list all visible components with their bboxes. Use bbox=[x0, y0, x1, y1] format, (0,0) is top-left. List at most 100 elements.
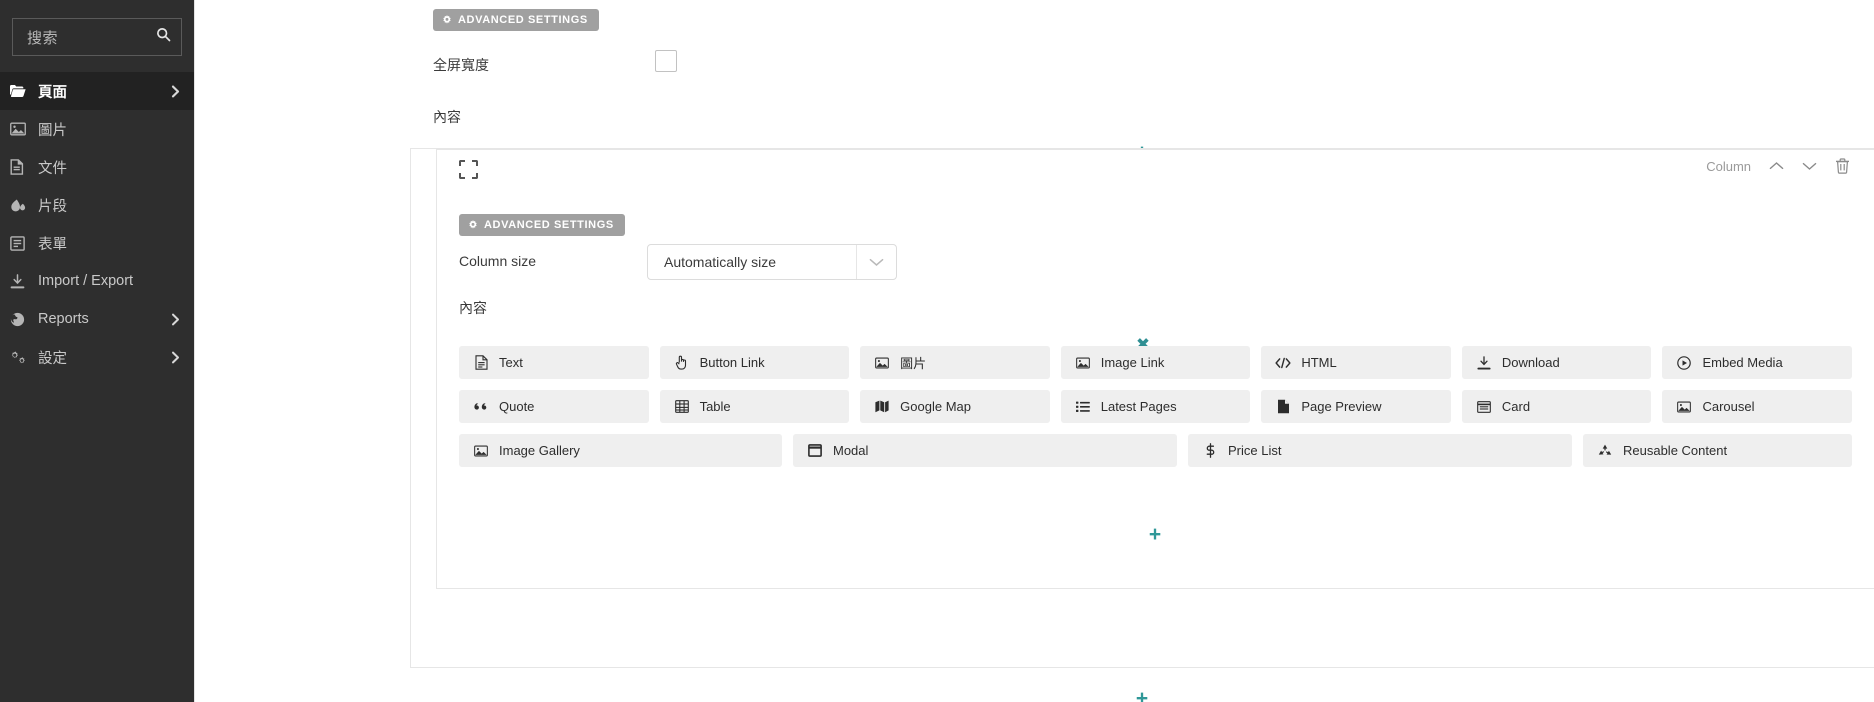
download-icon bbox=[1476, 355, 1492, 370]
image-icon bbox=[10, 122, 32, 136]
play-circle-icon bbox=[1676, 355, 1692, 370]
code-icon bbox=[1275, 357, 1291, 369]
sidebar-item-label: 頁面 bbox=[38, 84, 67, 101]
content-type-table[interactable]: Table bbox=[659, 390, 850, 423]
globe-icon bbox=[10, 312, 32, 327]
image-icon bbox=[1676, 401, 1692, 413]
content-type-button-link[interactable]: Button Link bbox=[659, 346, 850, 379]
column-size-select[interactable]: Automatically size bbox=[647, 244, 897, 280]
sidebar-item-label: Import / Export bbox=[38, 273, 134, 289]
content-type-row-1: Text Button Link 圖片 Image Link HTML Down… bbox=[459, 346, 1853, 379]
sidebar-item-label: 片段 bbox=[38, 198, 67, 215]
content-type-modal[interactable]: Modal bbox=[793, 434, 1177, 467]
fullwidth-checkbox[interactable] bbox=[655, 50, 677, 72]
content-type-image-gallery[interactable]: Image Gallery bbox=[459, 434, 782, 467]
app-root: 搜索 頁面 圖片 文件 片段 表單 Import / Export Report… bbox=[0, 0, 1874, 702]
chevron-up-icon[interactable] bbox=[1769, 161, 1784, 171]
content-type-quote[interactable]: Quote bbox=[459, 390, 649, 423]
drag-handle[interactable] bbox=[459, 160, 478, 179]
content-type-price-list[interactable]: Price List bbox=[1188, 434, 1572, 467]
content-type-label: Button Link bbox=[699, 355, 765, 370]
pointer-hand-icon bbox=[674, 355, 690, 370]
page-advanced-settings-button[interactable]: ADVANCED SETTINGS bbox=[433, 9, 599, 31]
sidebar-item-pages[interactable]: 頁面 bbox=[0, 72, 194, 110]
sidebar-item-snippets[interactable]: 片段 bbox=[0, 186, 194, 224]
sidebar-item-import-export[interactable]: Import / Export bbox=[0, 262, 194, 300]
list-icon bbox=[1075, 401, 1091, 413]
sidebar-item-forms[interactable]: 表單 bbox=[0, 224, 194, 262]
chevron-down-icon[interactable] bbox=[856, 245, 896, 279]
column-type-label: Column bbox=[1706, 158, 1751, 174]
add-block-button-bottom[interactable]: + bbox=[410, 688, 1874, 702]
trash-icon[interactable] bbox=[1835, 158, 1850, 174]
sidebar-item-documents[interactable]: 文件 bbox=[0, 148, 194, 186]
content-type-carousel[interactable]: Carousel bbox=[1662, 390, 1853, 423]
column-content-label: 內容 bbox=[459, 300, 487, 316]
content-type-label: Price List bbox=[1228, 443, 1282, 458]
cogs-icon bbox=[10, 350, 32, 365]
card-icon bbox=[1476, 400, 1492, 413]
chevron-right-icon bbox=[171, 351, 180, 364]
sidebar-item-settings[interactable]: 設定 bbox=[0, 338, 194, 376]
content-type-card[interactable]: Card bbox=[1461, 390, 1652, 423]
window-icon bbox=[807, 444, 823, 457]
chevron-right-icon bbox=[171, 313, 180, 326]
search-icon[interactable] bbox=[156, 27, 171, 47]
quote-icon bbox=[473, 401, 489, 413]
download-icon bbox=[10, 273, 32, 289]
page-advanced-settings-label: ADVANCED SETTINGS bbox=[458, 14, 588, 26]
column-advanced-settings-label: ADVANCED SETTINGS bbox=[484, 219, 614, 231]
main-content: ADVANCED SETTINGS 全屏寬度 內容 + Column bbox=[194, 0, 1874, 702]
droplet-icon bbox=[10, 198, 32, 213]
document-icon bbox=[473, 355, 489, 370]
sidebar-item-reports[interactable]: Reports bbox=[0, 300, 194, 338]
sidebar-item-label: 圖片 bbox=[38, 122, 67, 139]
chevron-right-icon bbox=[171, 85, 180, 98]
content-type-label: Download bbox=[1501, 355, 1560, 370]
page-icon bbox=[1275, 399, 1291, 414]
content-type-google-map[interactable]: Google Map bbox=[860, 390, 1050, 423]
content-type-label: Carousel bbox=[1702, 399, 1755, 414]
page-content-label: 內容 bbox=[433, 109, 461, 125]
table-icon bbox=[674, 400, 690, 413]
content-type-row-2: Quote Table Google Map Latest Pages Page… bbox=[459, 390, 1853, 423]
content-type-latest-pages[interactable]: Latest Pages bbox=[1060, 390, 1251, 423]
sidebar-item-label: 設定 bbox=[38, 350, 67, 367]
content-type-page-preview[interactable]: Page Preview bbox=[1261, 390, 1451, 423]
content-type-label: Embed Media bbox=[1702, 355, 1783, 370]
content-type-download[interactable]: Download bbox=[1461, 346, 1652, 379]
column-advanced-settings-button[interactable]: ADVANCED SETTINGS bbox=[459, 214, 625, 236]
content-type-image[interactable]: 圖片 bbox=[860, 346, 1050, 379]
search-input[interactable]: 搜索 bbox=[12, 18, 182, 56]
map-icon bbox=[874, 400, 890, 413]
form-icon bbox=[10, 235, 32, 251]
sidebar: 搜索 頁面 圖片 文件 片段 表單 Import / Export Report… bbox=[0, 0, 194, 702]
row-block: Column ADVANCED SETTINGS Column size Aut… bbox=[410, 148, 1874, 668]
add-column-button[interactable]: + bbox=[436, 524, 1874, 545]
image-icon bbox=[473, 445, 489, 457]
sidebar-item-label: 表單 bbox=[38, 236, 67, 253]
content-type-image-link[interactable]: Image Link bbox=[1060, 346, 1251, 379]
content-type-label: Google Map bbox=[900, 399, 971, 414]
column-toolbar: Column bbox=[1706, 158, 1850, 174]
fullwidth-label: 全屏寬度 bbox=[433, 57, 489, 73]
content-type-label: Image Gallery bbox=[499, 443, 580, 458]
image-icon bbox=[874, 357, 890, 369]
content-type-embed-media[interactable]: Embed Media bbox=[1662, 346, 1853, 379]
sidebar-item-images[interactable]: 圖片 bbox=[0, 110, 194, 148]
content-type-html[interactable]: HTML bbox=[1261, 346, 1451, 379]
content-type-row-3: Image Gallery Modal Price List Reusable … bbox=[459, 434, 1852, 467]
sidebar-search-wrap: 搜索 bbox=[0, 10, 194, 70]
content-type-label: HTML bbox=[1301, 355, 1337, 370]
recycle-icon bbox=[1597, 444, 1613, 458]
content-type-label: 圖片 bbox=[900, 356, 927, 371]
content-type-label: Modal bbox=[833, 443, 869, 458]
chevron-down-icon[interactable] bbox=[1802, 161, 1817, 171]
folder-open-icon bbox=[10, 84, 32, 98]
gear-icon bbox=[468, 220, 478, 230]
image-icon bbox=[1075, 357, 1091, 369]
sidebar-nav: 頁面 圖片 文件 片段 表單 Import / Export Reports 設… bbox=[0, 72, 194, 376]
dollar-icon bbox=[1202, 443, 1218, 458]
content-type-text[interactable]: Text bbox=[459, 346, 649, 379]
content-type-reusable-content[interactable]: Reusable Content bbox=[1583, 434, 1852, 467]
